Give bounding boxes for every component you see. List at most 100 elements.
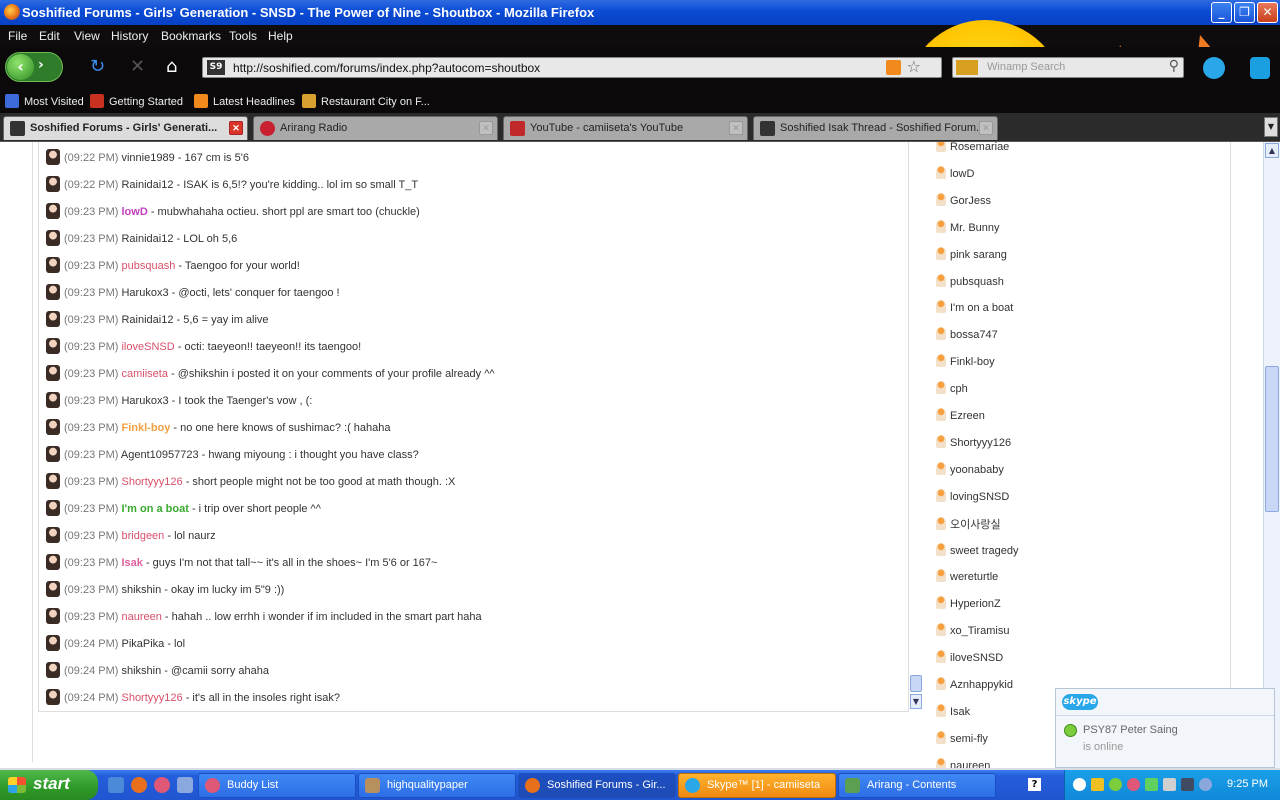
menu-tools[interactable]: Tools — [229, 29, 257, 43]
help-icon[interactable]: ? — [1028, 778, 1041, 791]
skype-notification[interactable]: skype PSY87 Peter Saing is online — [1055, 688, 1275, 768]
message-username[interactable]: pubsquash — [121, 260, 175, 272]
menu-file[interactable]: File — [8, 29, 27, 43]
back-arrow-icon[interactable]: ‹ — [7, 54, 34, 80]
bookmark-restaurant-city[interactable]: Restaurant City on F... — [302, 94, 430, 108]
menu-history[interactable]: History — [111, 29, 148, 43]
online-user-item[interactable]: Aznhappykid — [936, 677, 1013, 695]
online-user-item[interactable]: Mr. Bunny — [936, 219, 1000, 238]
tray-device-icon[interactable] — [1181, 778, 1194, 791]
message-username[interactable]: I'm on a boat — [121, 503, 188, 515]
search-icon[interactable]: ⚲ — [1169, 58, 1179, 74]
firefox-icon[interactable] — [131, 777, 147, 793]
message-username[interactable]: lowD — [121, 206, 147, 218]
shoutbox-scrollbar[interactable]: ▼ — [908, 142, 922, 712]
tray-network-signal-icon[interactable] — [1145, 778, 1158, 791]
tray-messenger-icon[interactable] — [1127, 778, 1140, 791]
taskbar-skype[interactable]: Skype™ [1] - camiiseta — [678, 773, 836, 798]
page-scrollbar[interactable]: ▲ — [1263, 142, 1280, 768]
messenger-icon[interactable] — [154, 777, 170, 793]
tray-update-icon[interactable] — [1199, 778, 1212, 791]
close-tab-icon[interactable]: ✕ — [479, 121, 493, 135]
tab-soshified-shoutbox[interactable]: Soshified Forums - Girls' Generati... ✕ — [3, 116, 248, 140]
online-user-item[interactable]: Isak — [936, 703, 970, 722]
bookmark-getting-started[interactable]: Getting Started — [90, 94, 183, 108]
scroll-down-arrow-icon[interactable]: ▼ — [910, 694, 922, 709]
message-username[interactable]: shikshin — [121, 665, 161, 677]
url-text[interactable]: http://soshified.com/forums/index.php?au… — [233, 61, 540, 75]
online-user-item[interactable]: bossa747 — [936, 327, 998, 345]
close-button[interactable]: ✕ — [1257, 2, 1278, 23]
online-user-item[interactable]: Rosemariae — [936, 142, 1009, 157]
menu-view[interactable]: View — [74, 29, 100, 43]
message-username[interactable]: Agent10957723 — [121, 449, 199, 461]
rss-feed-icon[interactable] — [886, 60, 901, 75]
tray-skype-icon[interactable] — [1109, 778, 1122, 791]
close-tab-icon[interactable]: ✕ — [229, 121, 243, 135]
online-user-item[interactable]: Shortyyy126 — [936, 434, 1011, 453]
minimize-button[interactable]: _ — [1211, 2, 1232, 23]
message-username[interactable]: Harukox3 — [121, 287, 168, 299]
reload-icon[interactable]: ↻ — [90, 57, 105, 77]
bookmark-latest-headlines[interactable]: Latest Headlines — [194, 94, 295, 108]
message-username[interactable]: Rainidai12 — [121, 314, 173, 326]
taskbar-buddy-list[interactable]: Buddy List — [198, 773, 356, 798]
bookmark-most-visited[interactable]: Most Visited — [5, 94, 84, 108]
message-username[interactable]: Rainidai12 — [121, 179, 173, 191]
tray-expand-icon[interactable] — [1073, 778, 1086, 791]
close-tab-icon[interactable]: ✕ — [729, 121, 743, 135]
message-username[interactable]: Shortyyy126 — [121, 476, 182, 488]
message-username[interactable]: Harukox3 — [121, 395, 168, 407]
message-username[interactable]: naureen — [121, 611, 161, 623]
winamp-icon[interactable] — [1203, 57, 1225, 79]
search-input[interactable]: Winamp Search — [987, 61, 1065, 73]
close-tab-icon[interactable]: ✕ — [979, 121, 993, 135]
taskbar-firefox-soshified[interactable]: Soshified Forums - Gir... — [518, 773, 676, 798]
start-button[interactable]: start — [0, 770, 98, 800]
message-username[interactable]: Rainidai12 — [121, 233, 173, 245]
message-username[interactable]: shikshin — [121, 584, 161, 596]
stop-icon[interactable]: ✕ — [130, 57, 145, 77]
menu-bookmarks[interactable]: Bookmarks — [161, 29, 221, 43]
menu-help[interactable]: Help — [268, 29, 293, 43]
online-user-item[interactable]: Finkl-boy — [936, 354, 995, 372]
home-icon[interactable]: ⌂ — [166, 57, 177, 77]
scroll-up-arrow-icon[interactable]: ▲ — [1265, 143, 1279, 158]
online-user-item[interactable]: I'm on a boat — [936, 300, 1013, 318]
quick-launch-more-icon[interactable] — [177, 777, 193, 793]
online-user-item[interactable]: xo_Tiramisu — [936, 623, 1010, 641]
online-user-item[interactable]: cph — [936, 381, 968, 399]
taskbar-arirang-contents[interactable]: Arirang - Contents — [838, 773, 996, 798]
online-user-item[interactable]: lovingSNSD — [936, 488, 1009, 507]
tab-arirang-radio[interactable]: Arirang Radio ✕ — [253, 116, 498, 140]
message-username[interactable]: Finkl-boy — [121, 422, 170, 434]
scroll-thumb[interactable] — [1265, 366, 1279, 512]
online-user-item[interactable]: GorJess — [936, 192, 991, 211]
online-user-item[interactable]: iloveSNSD — [936, 650, 1003, 668]
message-username[interactable]: bridgeen — [121, 530, 164, 542]
online-user-item[interactable]: Ezreen — [936, 408, 985, 426]
online-user-item[interactable]: naureen — [936, 757, 990, 768]
skype-toolbar-icon[interactable] — [1250, 57, 1270, 79]
message-username[interactable]: Shortyyy126 — [121, 692, 182, 704]
tab-isak-thread[interactable]: Soshified Isak Thread - Soshified Forum.… — [753, 116, 998, 140]
tab-list-dropdown[interactable]: ▼ — [1264, 117, 1278, 137]
address-bar[interactable]: S9 http://soshified.com/forums/index.php… — [202, 57, 942, 78]
tab-youtube[interactable]: YouTube - camiiseta's YouTube ✕ — [503, 116, 748, 140]
search-engine-icon[interactable] — [956, 60, 978, 75]
online-user-item[interactable]: pink sarang — [936, 246, 1007, 265]
online-user-item[interactable]: semi-fly — [936, 730, 988, 749]
online-user-item[interactable]: pubsquash — [936, 273, 1004, 292]
message-username[interactable]: iloveSNSD — [121, 341, 174, 353]
online-user-item[interactable]: 오이사랑실 — [936, 516, 1001, 534]
menu-edit[interactable]: Edit — [39, 29, 60, 43]
bookmark-star-icon[interactable]: ☆ — [907, 57, 921, 76]
online-user-item[interactable]: HyperionZ — [936, 596, 1001, 614]
online-user-item[interactable]: yoonababy — [936, 461, 1004, 480]
show-desktop-icon[interactable] — [108, 777, 124, 793]
tray-speaker-icon[interactable] — [1163, 778, 1176, 791]
tray-alert-icon[interactable] — [1091, 778, 1104, 791]
forward-arrow-icon[interactable]: › — [38, 57, 44, 73]
message-username[interactable]: camiiseta — [121, 368, 167, 380]
online-user-item[interactable]: wereturtle — [936, 569, 998, 587]
